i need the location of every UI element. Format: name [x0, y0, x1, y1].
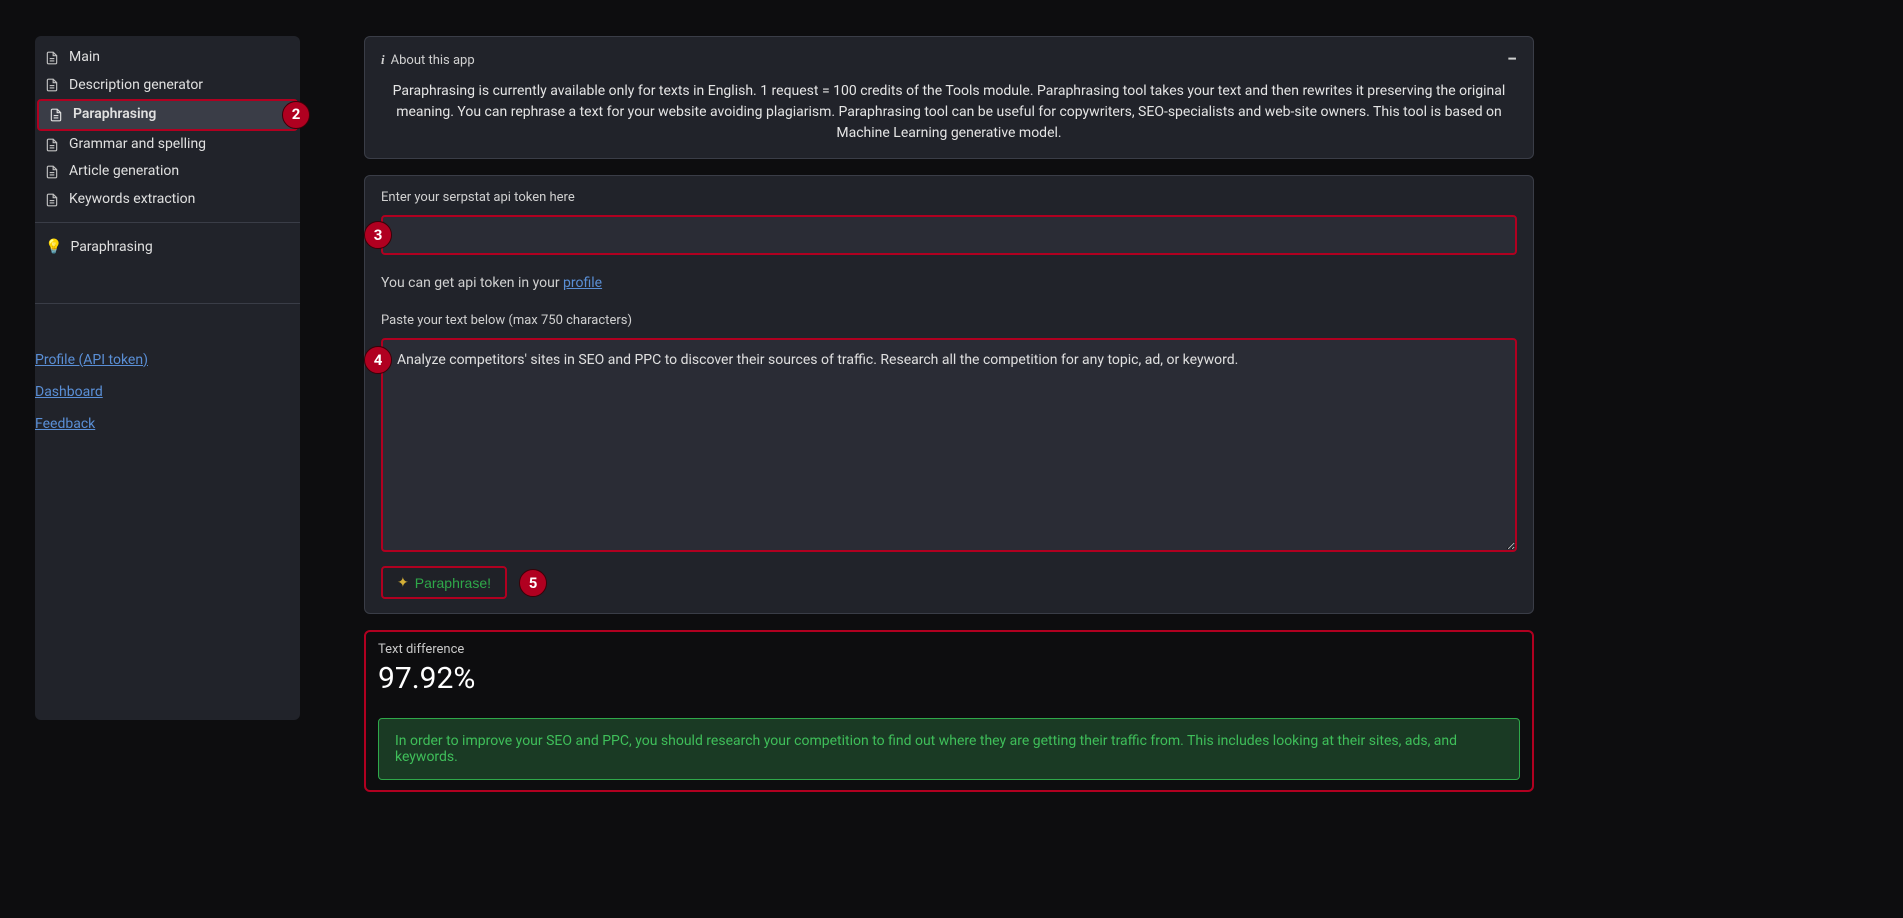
sidebar-sub-label: Paraphrasing: [70, 239, 152, 255]
sidebar-item-keywords-extraction[interactable]: Keywords extraction: [35, 186, 300, 214]
result-panel: Text difference 97.92% In order to impro…: [364, 630, 1534, 792]
step-badge-4: 4: [364, 346, 392, 374]
sidebar-item-label: Paraphrasing: [73, 105, 156, 125]
sidebar-item-main[interactable]: Main: [35, 44, 300, 72]
sidebar-item-label: Article generation: [69, 162, 179, 182]
link-feedback[interactable]: Feedback: [35, 410, 290, 442]
main-content: i About this app − Paraphrasing is curre…: [364, 36, 1534, 918]
about-title: i About this app: [381, 52, 475, 68]
result-label: Text difference: [378, 642, 1520, 657]
result-value: 97.92%: [378, 661, 1520, 696]
token-label: Enter your serpstat api token here: [381, 190, 1517, 205]
sidebar-item-description-generator[interactable]: Description generator: [35, 72, 300, 100]
profile-link[interactable]: profile: [563, 275, 602, 291]
sidebar-item-label: Grammar and spelling: [69, 135, 206, 155]
paste-label: Paste your text below (max 750 character…: [381, 313, 1517, 328]
token-input[interactable]: [381, 215, 1517, 255]
lightbulb-icon: 💡: [45, 239, 62, 255]
sidebar-sub-paraphrasing[interactable]: 💡 Paraphrasing: [35, 231, 300, 263]
info-icon: i: [381, 52, 385, 68]
document-icon: [45, 193, 59, 207]
document-icon: [49, 108, 63, 122]
document-icon: [45, 138, 59, 152]
sidebar-item-label: Keywords extraction: [69, 190, 195, 210]
sidebar-item-label: Main: [69, 48, 100, 68]
sidebar-item-label: Description generator: [69, 76, 203, 96]
document-icon: [45, 51, 59, 65]
paste-textarea[interactable]: [381, 338, 1517, 552]
sparkle-icon: ✦: [397, 574, 409, 591]
result-output: In order to improve your SEO and PPC, yo…: [378, 718, 1520, 780]
token-hint: You can get api token in your profile: [381, 275, 1517, 291]
sidebar: Main Description generator Paraphrasing …: [35, 36, 300, 720]
sidebar-item-grammar-spelling[interactable]: Grammar and spelling: [35, 131, 300, 159]
link-profile-api-token[interactable]: Profile (API token): [35, 346, 290, 378]
divider: [35, 222, 300, 223]
sidebar-item-article-generation[interactable]: Article generation: [35, 158, 300, 186]
document-icon: [45, 165, 59, 179]
about-text: Paraphrasing is currently available only…: [381, 81, 1517, 144]
step-badge-5: 5: [519, 569, 547, 597]
collapse-button[interactable]: −: [1507, 51, 1517, 69]
link-dashboard[interactable]: Dashboard: [35, 378, 290, 410]
divider: [35, 303, 300, 304]
document-icon: [45, 78, 59, 92]
paraphrase-button[interactable]: ✦ Paraphrase!: [381, 566, 507, 599]
form-panel: Enter your serpstat api token here 3 You…: [364, 175, 1534, 614]
step-badge-2: 2: [282, 101, 310, 129]
step-badge-3: 3: [364, 221, 392, 249]
sidebar-item-paraphrasing[interactable]: Paraphrasing 2: [37, 99, 298, 131]
about-panel: i About this app − Paraphrasing is curre…: [364, 36, 1534, 159]
